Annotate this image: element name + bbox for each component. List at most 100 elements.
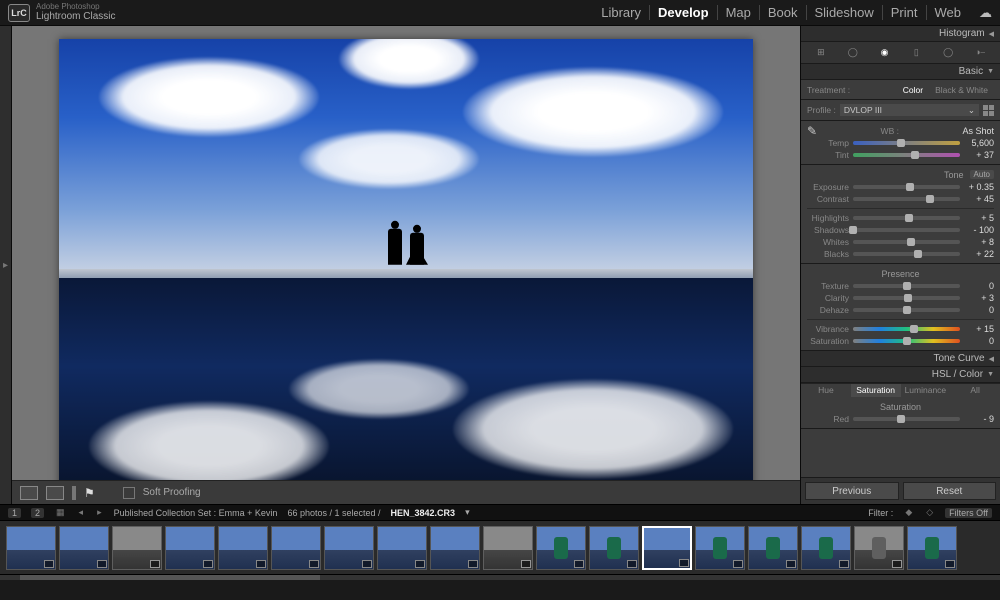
clarity-slider[interactable] xyxy=(853,296,960,300)
tab-slideshow[interactable]: Slideshow xyxy=(806,5,882,20)
filmstrip-thumb[interactable] xyxy=(430,526,480,570)
hsl-tab-all[interactable]: All xyxy=(950,384,1000,397)
grid-view-icon[interactable]: ▦ xyxy=(56,507,65,518)
filmstrip-thumb[interactable] xyxy=(59,526,109,570)
basic-panel-header[interactable]: Basic▼ xyxy=(801,64,1000,80)
vibrance-value[interactable]: + 15 xyxy=(964,324,994,334)
thumb-badge-icon xyxy=(574,560,584,568)
previous-button[interactable]: Previous xyxy=(805,482,899,500)
tint-slider[interactable] xyxy=(853,153,960,157)
auto-tone-button[interactable]: Auto xyxy=(970,170,994,179)
loupe-view-icon[interactable] xyxy=(20,486,38,500)
wb-preset-dropdown[interactable]: As Shot xyxy=(962,126,994,136)
blacks-slider[interactable] xyxy=(853,252,960,256)
spot-tool-icon[interactable]: ◯ xyxy=(845,45,861,61)
thumb-badge-icon xyxy=(203,560,213,568)
saturation-value[interactable]: 0 xyxy=(964,336,994,346)
hsl-tab-saturation[interactable]: Saturation xyxy=(851,384,901,397)
cloud-sync-icon[interactable]: ☁ xyxy=(979,5,992,21)
thumb-badge-icon xyxy=(415,560,425,568)
thumb-badge-icon xyxy=(892,560,902,568)
brush-tool-icon[interactable]: ◑⎯ xyxy=(972,45,988,61)
tab-print[interactable]: Print xyxy=(882,5,926,20)
filmstrip-thumb[interactable] xyxy=(165,526,215,570)
clarity-value[interactable]: + 3 xyxy=(964,293,994,303)
profile-browser-icon[interactable] xyxy=(983,105,994,116)
mask-tool-icon[interactable]: ▯ xyxy=(908,45,924,61)
filmstrip-thumb[interactable] xyxy=(218,526,268,570)
wb-eyedropper-icon[interactable]: ✎ xyxy=(807,124,817,138)
hsl-tab-hue[interactable]: Hue xyxy=(801,384,851,397)
saturation-slider[interactable] xyxy=(853,339,960,343)
nav-back-icon[interactable]: ◂ xyxy=(79,507,84,518)
second-monitor-1[interactable]: 1 xyxy=(8,508,21,518)
filmstrip[interactable] xyxy=(0,520,1000,574)
whites-value[interactable]: + 8 xyxy=(964,237,994,247)
thumb-badge-icon xyxy=(627,560,637,568)
dehaze-slider[interactable] xyxy=(853,308,960,312)
image-canvas[interactable] xyxy=(12,26,800,504)
contrast-slider[interactable] xyxy=(853,197,960,201)
filmstrip-thumb[interactable] xyxy=(483,526,533,570)
tab-book[interactable]: Book xyxy=(759,5,806,20)
blacks-value[interactable]: + 22 xyxy=(964,249,994,259)
histogram-header[interactable]: Histogram◀ xyxy=(801,26,1000,42)
temp-value[interactable]: 5,600 xyxy=(964,138,994,148)
tint-value[interactable]: + 37 xyxy=(964,150,994,160)
filmstrip-thumb[interactable] xyxy=(907,526,957,570)
left-panel-expand[interactable]: ▸ xyxy=(0,26,12,504)
filmstrip-thumb[interactable] xyxy=(377,526,427,570)
temp-slider[interactable] xyxy=(853,141,960,145)
filmstrip-thumb[interactable] xyxy=(112,526,162,570)
shadows-value[interactable]: - 100 xyxy=(964,225,994,235)
profile-dropdown[interactable]: DVLOP III⌄ xyxy=(840,104,979,116)
highlights-value[interactable]: + 5 xyxy=(964,213,994,223)
crop-tool-icon[interactable]: ⊞ xyxy=(813,45,829,61)
filmstrip-thumb[interactable] xyxy=(748,526,798,570)
exposure-slider[interactable] xyxy=(853,185,960,189)
soft-proofing-checkbox[interactable] xyxy=(123,487,135,499)
redeye-tool-icon[interactable]: ◉ xyxy=(877,45,893,61)
tab-develop[interactable]: Develop xyxy=(649,5,717,20)
filter-switch[interactable]: Filters Off xyxy=(945,508,992,518)
hsl-tab-luminance[interactable]: Luminance xyxy=(901,384,951,397)
thumb-badge-icon xyxy=(786,560,796,568)
whites-slider[interactable] xyxy=(853,240,960,244)
before-after-view-icon[interactable] xyxy=(46,486,64,500)
flag-icon[interactable]: ⚑ xyxy=(84,486,95,500)
tab-web[interactable]: Web xyxy=(926,5,970,20)
texture-value[interactable]: 0 xyxy=(964,281,994,291)
nav-fwd-icon[interactable]: ▸ xyxy=(97,507,102,518)
filmstrip-thumb[interactable] xyxy=(6,526,56,570)
filmstrip-thumb[interactable] xyxy=(536,526,586,570)
dehaze-value[interactable]: 0 xyxy=(964,305,994,315)
hsl-red-value[interactable]: - 9 xyxy=(964,414,994,424)
tone-curve-header[interactable]: Tone Curve◀ xyxy=(801,351,1000,367)
filmstrip-thumb[interactable] xyxy=(589,526,639,570)
radial-tool-icon[interactable]: ◯ xyxy=(940,45,956,61)
collection-breadcrumb[interactable]: Published Collection Set : Emma + Kevin xyxy=(114,508,278,518)
shadows-slider[interactable] xyxy=(853,228,960,232)
filter-star-icon[interactable]: ◇ xyxy=(926,507,933,518)
breadcrumb-chevron-icon[interactable]: ▾ xyxy=(465,507,470,518)
texture-slider[interactable] xyxy=(853,284,960,288)
filmstrip-thumb[interactable] xyxy=(801,526,851,570)
hsl-color-header[interactable]: HSL / Color▼ xyxy=(801,367,1000,383)
highlights-slider[interactable] xyxy=(853,216,960,220)
reset-button[interactable]: Reset xyxy=(903,482,997,500)
vibrance-slider[interactable] xyxy=(853,327,960,331)
exposure-value[interactable]: + 0.35 xyxy=(964,182,994,192)
filmstrip-thumb[interactable] xyxy=(695,526,745,570)
filmstrip-thumb[interactable] xyxy=(642,526,692,570)
filmstrip-thumb[interactable] xyxy=(854,526,904,570)
tab-map[interactable]: Map xyxy=(717,5,759,20)
second-monitor-2[interactable]: 2 xyxy=(31,508,44,518)
filmstrip-thumb[interactable] xyxy=(324,526,374,570)
tab-library[interactable]: Library xyxy=(593,5,649,20)
hsl-red-slider[interactable] xyxy=(853,417,960,421)
filmstrip-thumb[interactable] xyxy=(271,526,321,570)
treatment-toggle[interactable]: Color Black & White xyxy=(897,84,994,96)
contrast-value[interactable]: + 45 xyxy=(964,194,994,204)
filmstrip-scrollbar[interactable] xyxy=(0,574,1000,580)
filter-flag-icon[interactable]: ◆ xyxy=(905,507,912,518)
